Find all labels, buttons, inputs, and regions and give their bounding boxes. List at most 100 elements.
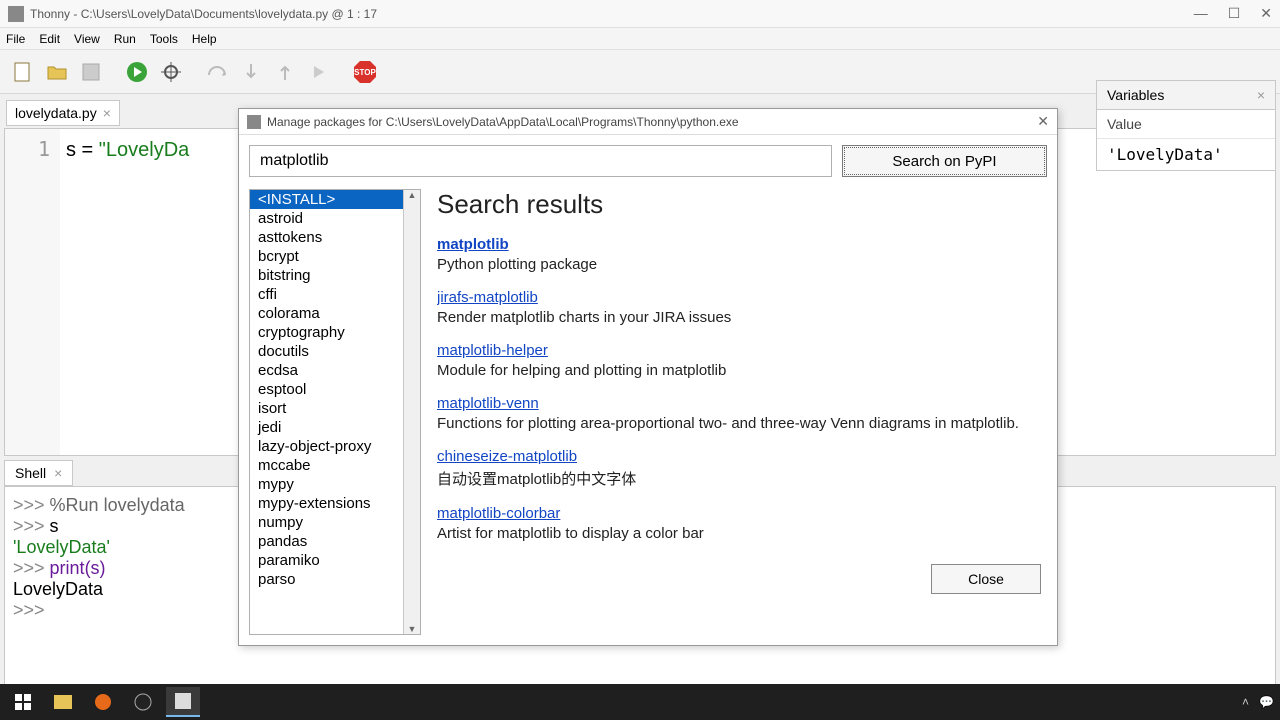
debug-button[interactable] <box>156 57 186 87</box>
menu-run[interactable]: Run <box>114 32 136 46</box>
resume-button[interactable] <box>304 57 334 87</box>
package-item[interactable]: asttokens <box>250 228 420 247</box>
variables-tab-label: Variables <box>1107 87 1164 103</box>
stop-button[interactable]: STOP <box>350 57 380 87</box>
step-over-button[interactable] <box>202 57 232 87</box>
save-button[interactable] <box>76 57 106 87</box>
step-out-button[interactable] <box>270 57 300 87</box>
result-link[interactable]: jirafs-matplotlib <box>437 289 538 306</box>
toolbar: STOP <box>0 50 1280 94</box>
result-description: Python plotting package <box>437 256 1041 273</box>
dialog-close-icon[interactable]: ✕ <box>1037 113 1049 130</box>
code-line: s = "LovelyDa <box>60 129 189 455</box>
result-link[interactable]: matplotlib <box>437 236 509 253</box>
dialog-titlebar[interactable]: Manage packages for C:\Users\LovelyData\… <box>239 109 1057 135</box>
result-link[interactable]: chineseize-matplotlib <box>437 448 577 465</box>
package-item[interactable]: colorama <box>250 304 420 323</box>
menu-tools[interactable]: Tools <box>150 32 178 46</box>
dialog-title: Manage packages for C:\Users\LovelyData\… <box>267 115 739 129</box>
package-item[interactable]: mypy <box>250 475 420 494</box>
thonny-taskbar-icon[interactable] <box>166 687 200 717</box>
result-link[interactable]: matplotlib-venn <box>437 395 539 412</box>
line-number: 1 <box>5 129 60 455</box>
obs-icon[interactable] <box>126 687 160 717</box>
variable-value: 'LovelyData' <box>1097 139 1275 170</box>
package-list-scrollbar[interactable]: ▲▼ <box>403 190 420 634</box>
package-item[interactable]: bcrypt <box>250 247 420 266</box>
shell-tab[interactable]: Shell × <box>4 460 73 486</box>
new-file-button[interactable] <box>8 57 38 87</box>
package-item[interactable]: cffi <box>250 285 420 304</box>
result-item: matplotlib-venn Functions for plotting ar… <box>437 395 1041 432</box>
package-manager-dialog: Manage packages for C:\Users\LovelyData\… <box>238 108 1058 646</box>
search-input[interactable] <box>249 145 832 177</box>
result-description: Render matplotlib charts in your JIRA is… <box>437 309 1041 326</box>
app-icon <box>8 6 24 22</box>
search-on-pypi-button[interactable]: Search on PyPI <box>842 145 1047 177</box>
notifications-icon[interactable]: 💬 <box>1259 695 1274 709</box>
variables-panel: Variables × Value 'LovelyData' <box>1096 80 1276 171</box>
tab-close-icon[interactable]: × <box>103 105 111 121</box>
package-item[interactable]: parso <box>250 570 420 589</box>
package-item[interactable]: bitstring <box>250 266 420 285</box>
package-item[interactable]: paramiko <box>250 551 420 570</box>
result-item: matplotlib Python plotting package <box>437 236 1041 273</box>
package-item[interactable]: ecdsa <box>250 361 420 380</box>
package-item[interactable]: lazy-object-proxy <box>250 437 420 456</box>
start-button[interactable] <box>6 687 40 717</box>
package-item[interactable]: numpy <box>250 513 420 532</box>
result-item: jirafs-matplotlib Render matplotlib chart… <box>437 289 1041 326</box>
firefox-icon[interactable] <box>86 687 120 717</box>
result-description: Functions for plotting area-proportional… <box>437 415 1041 432</box>
editor-tab[interactable]: lovelydata.py × <box>6 100 120 126</box>
package-list[interactable]: ▲▼ <INSTALL>astroidasttokensbcryptbitstr… <box>249 189 421 635</box>
result-item: chineseize-matplotlib 自动设置matplotlib的中文字体 <box>437 448 1041 489</box>
package-item[interactable]: docutils <box>250 342 420 361</box>
scroll-up-icon[interactable]: ▲ <box>408 190 417 200</box>
scroll-down-icon[interactable]: ▼ <box>408 624 417 634</box>
menu-help[interactable]: Help <box>192 32 217 46</box>
result-item: matplotlib-colorbar Artist for matplotlib… <box>437 505 1041 542</box>
result-link[interactable]: matplotlib-helper <box>437 342 548 359</box>
package-item[interactable]: jedi <box>250 418 420 437</box>
explorer-icon[interactable] <box>46 687 80 717</box>
window-title: Thonny - C:\Users\LovelyData\Documents\l… <box>30 7 377 21</box>
menubar: File Edit View Run Tools Help <box>0 28 1280 50</box>
package-item[interactable]: mccabe <box>250 456 420 475</box>
taskbar: ˄ 💬 <box>0 684 1280 720</box>
result-item: matplotlib-helper Module for helping and … <box>437 342 1041 379</box>
tab-label: lovelydata.py <box>15 105 97 121</box>
result-description: 自动设置matplotlib的中文字体 <box>437 468 1041 489</box>
package-item[interactable]: mypy-extensions <box>250 494 420 513</box>
package-item[interactable]: astroid <box>250 209 420 228</box>
maximize-icon[interactable]: ☐ <box>1228 5 1241 22</box>
minimize-icon[interactable]: — <box>1194 5 1208 22</box>
package-item[interactable]: <INSTALL> <box>250 190 420 209</box>
shell-tab-label: Shell <box>15 465 46 481</box>
dialog-icon <box>247 115 261 129</box>
results-heading: Search results <box>437 189 1041 220</box>
menu-edit[interactable]: Edit <box>39 32 60 46</box>
svg-text:STOP: STOP <box>354 68 376 77</box>
titlebar: Thonny - C:\Users\LovelyData\Documents\l… <box>0 0 1280 28</box>
package-item[interactable]: isort <box>250 399 420 418</box>
package-item[interactable]: pandas <box>250 532 420 551</box>
package-item[interactable]: cryptography <box>250 323 420 342</box>
result-link[interactable]: matplotlib-colorbar <box>437 505 560 522</box>
package-item[interactable]: esptool <box>250 380 420 399</box>
step-into-button[interactable] <box>236 57 266 87</box>
menu-file[interactable]: File <box>6 32 25 46</box>
menu-view[interactable]: View <box>74 32 100 46</box>
variables-tab[interactable]: Variables × <box>1097 81 1275 110</box>
run-button[interactable] <box>122 57 152 87</box>
open-file-button[interactable] <box>42 57 72 87</box>
close-icon[interactable]: ✕ <box>1260 5 1272 22</box>
search-results: Search results matplotlib Python plotting… <box>437 189 1047 635</box>
result-description: Artist for matplotlib to display a color… <box>437 525 1041 542</box>
close-button[interactable]: Close <box>931 564 1041 594</box>
variables-tab-close-icon[interactable]: × <box>1257 87 1265 103</box>
shell-tab-close-icon[interactable]: × <box>54 465 62 481</box>
tray-chevron-icon[interactable]: ˄ <box>1242 695 1249 709</box>
variables-header: Value <box>1097 110 1275 139</box>
result-description: Module for helping and plotting in matpl… <box>437 362 1041 379</box>
